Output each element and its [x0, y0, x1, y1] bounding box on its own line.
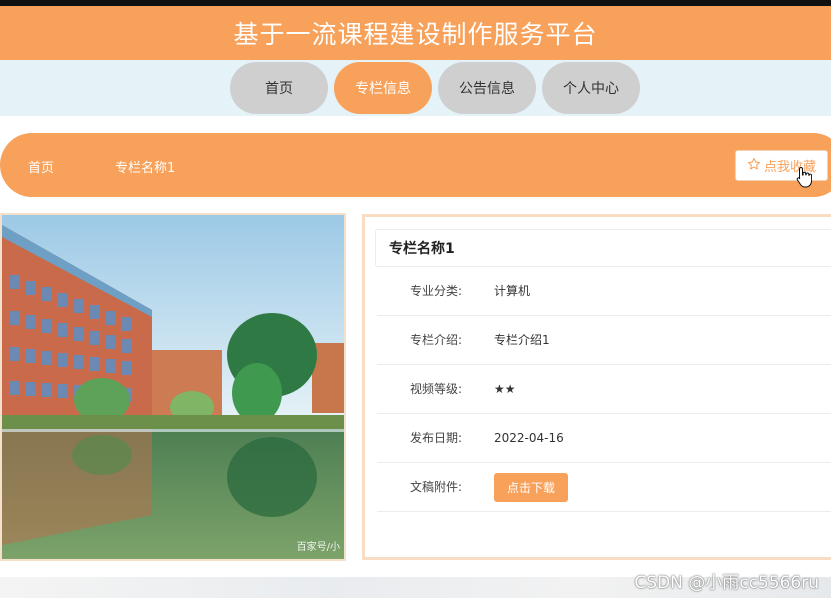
row-value: 2022-04-16: [494, 431, 564, 445]
detail-row-level: 视频等级: ★★: [377, 365, 831, 414]
csdn-watermark: CSDN @小雨cc5566ru: [634, 573, 819, 593]
favorite-button[interactable]: 点我收藏: [735, 150, 828, 181]
row-label: 专栏介绍:: [410, 333, 463, 347]
detail-row-intro: 专栏介绍: 专栏介绍1: [377, 316, 831, 365]
main-nav: 首页 专栏信息 公告信息 个人中心: [230, 62, 640, 114]
star-rating: ★★: [494, 382, 516, 396]
row-value: 计算机: [494, 284, 531, 298]
row-label: 专业分类:: [410, 284, 463, 298]
row-value: 专栏介绍1: [494, 333, 550, 347]
row-label: 发布日期:: [410, 431, 463, 445]
detail-panel: 专栏名称1 专业分类: 计算机 专栏介绍: 专栏介绍1 视频等级: ★★ 发布日…: [362, 214, 831, 560]
nav-column-info[interactable]: 专栏信息: [334, 62, 432, 114]
breadcrumb-home[interactable]: 首页: [28, 157, 54, 176]
detail-row-attachment: 文稿附件: 点击下载: [377, 463, 831, 512]
detail-row-category: 专业分类: 计算机: [377, 267, 831, 316]
site-header: 基于一流课程建设制作服务平台: [0, 6, 831, 60]
nav-personal-center[interactable]: 个人中心: [542, 62, 640, 114]
site-title: 基于一流课程建设制作服务平台: [233, 20, 598, 49]
row-label: 视频等级:: [410, 382, 463, 396]
campus-photo: 百家号/小: [0, 213, 346, 561]
nav-home[interactable]: 首页: [230, 62, 328, 114]
detail-row-date: 发布日期: 2022-04-16: [377, 414, 831, 463]
detail-title: 专栏名称1: [375, 229, 831, 267]
campus-photo-image: [2, 215, 344, 559]
row-label: 文稿附件:: [410, 480, 463, 494]
breadcrumb: 首页 专栏名称1: [0, 133, 831, 197]
nav-announcements[interactable]: 公告信息: [438, 62, 536, 114]
star-outline-icon: [747, 157, 761, 175]
image-watermark: 百家号/小: [296, 542, 340, 553]
breadcrumb-current: 专栏名称1: [115, 161, 176, 176]
hand-cursor-icon: [796, 166, 812, 188]
download-button[interactable]: 点击下载: [494, 473, 568, 502]
